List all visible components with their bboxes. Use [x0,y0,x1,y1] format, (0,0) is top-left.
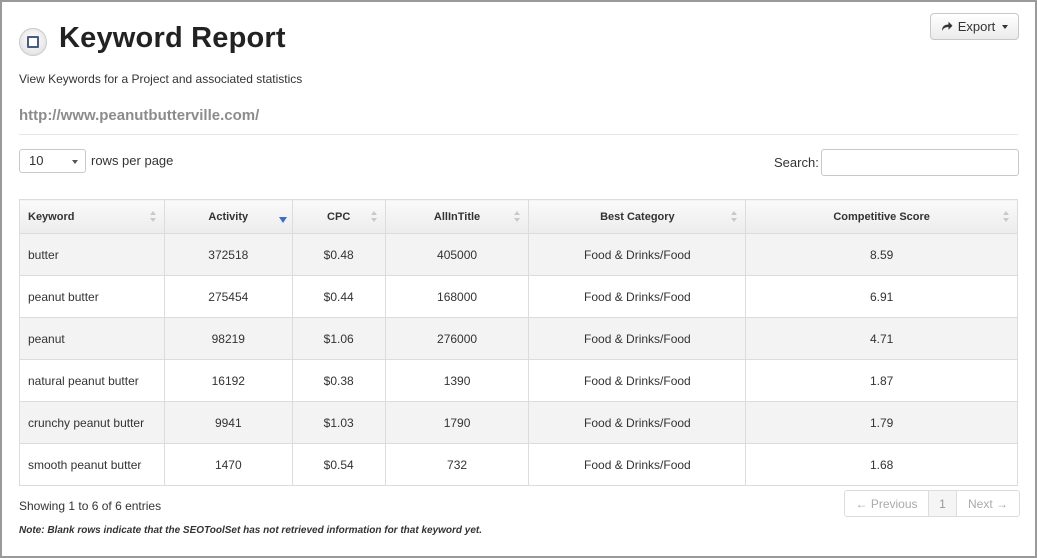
cell-allintitle: 168000 [384,275,530,318]
search-label: Search: [774,155,819,170]
cell-competitive-score: 4.71 [745,317,1018,360]
cell-cpc: $0.38 [291,359,386,402]
rows-per-page-select[interactable]: 10 [19,149,86,173]
caret-down-icon [1002,24,1009,29]
column-header-allintitle[interactable]: AllInTitle [384,199,530,234]
select-arrow-icon [72,160,78,164]
cell-competitive-score: 1.87 [745,359,1018,402]
cell-activity: 1470 [163,443,293,486]
column-header-activity[interactable]: Activity [163,199,293,234]
table-row: butter 372518 $0.48 405000 Food & Drinks… [19,233,1018,276]
sort-icon [731,211,738,223]
cell-activity: 9941 [163,401,293,444]
divider [19,134,1018,135]
next-page-button[interactable]: Next → [957,491,1019,516]
cell-allintitle: 1390 [384,359,530,402]
sort-descending-icon [278,217,287,223]
page-1-button[interactable]: 1 [929,491,957,516]
pagination: ← Previous 1 Next → [844,490,1020,517]
keyword-table: Keyword Activity CPC AllInTitle Best Cat… [19,199,1018,486]
cell-allintitle: 276000 [384,317,530,360]
cell-keyword: butter [19,233,165,276]
search-input[interactable] [821,149,1019,176]
project-url: http://www.peanutbutterville.com/ [19,107,260,124]
cell-best-category: Food & Drinks/Food [528,443,747,486]
sort-icon [370,211,378,223]
cell-allintitle: 405000 [384,233,530,276]
report-panel: Keyword Report Export View Keywords for … [0,0,1037,558]
cell-keyword: natural peanut butter [19,359,165,402]
cell-best-category: Food & Drinks/Food [528,359,747,402]
rows-per-page-label: rows per page [91,153,174,168]
column-header-competitive-score[interactable]: Competitive Score [745,199,1018,234]
cell-best-category: Food & Drinks/Food [528,401,747,444]
checkbox-square-icon [19,28,47,56]
blank-rows-note: Note: Blank rows indicate that the SEOTo… [19,525,483,536]
cell-cpc: $1.06 [291,317,386,360]
cell-keyword: peanut [19,317,165,360]
table-row: peanut butter 275454 $0.44 168000 Food &… [19,275,1018,318]
table-header-row: Keyword Activity CPC AllInTitle Best Cat… [19,199,1018,234]
cell-activity: 275454 [163,275,293,318]
cell-competitive-score: 1.68 [745,443,1018,486]
cell-allintitle: 1790 [384,401,530,444]
table-row: crunchy peanut butter 9941 $1.03 1790 Fo… [19,401,1018,444]
cell-keyword: crunchy peanut butter [19,401,165,444]
table-row: peanut 98219 $1.06 276000 Food & Drinks/… [19,317,1018,360]
cell-cpc: $0.48 [291,233,386,276]
column-header-cpc[interactable]: CPC [291,199,386,234]
cell-competitive-score: 1.79 [745,401,1018,444]
cell-cpc: $1.03 [291,401,386,444]
export-label: Export [957,19,996,34]
cell-keyword: peanut butter [19,275,165,318]
cell-activity: 16192 [163,359,293,402]
share-arrow-icon [941,21,953,31]
cell-best-category: Food & Drinks/Food [528,233,747,276]
column-header-keyword[interactable]: Keyword [19,199,165,234]
export-button[interactable]: Export [930,13,1019,40]
cell-cpc: $0.54 [291,443,386,486]
cell-competitive-score: 8.59 [745,233,1018,276]
cell-cpc: $0.44 [291,275,386,318]
sort-icon [149,211,157,223]
page-title: Keyword Report [59,22,286,54]
column-header-best-category[interactable]: Best Category [528,199,747,234]
sort-icon [514,211,521,223]
cell-activity: 372518 [163,233,293,276]
table-row: smooth peanut butter 1470 $0.54 732 Food… [19,443,1018,486]
cell-activity: 98219 [163,317,293,360]
cell-best-category: Food & Drinks/Food [528,275,747,318]
previous-page-button[interactable]: ← Previous [845,491,929,516]
cell-allintitle: 732 [384,443,530,486]
sort-icon [1003,211,1010,223]
table-row: natural peanut butter 16192 $0.38 1390 F… [19,359,1018,402]
cell-keyword: smooth peanut butter [19,443,165,486]
table-info: Showing 1 to 6 of 6 entries [19,499,162,513]
page-subtitle: View Keywords for a Project and associat… [19,72,303,86]
rows-per-page-value: 10 [29,153,44,168]
cell-competitive-score: 6.91 [745,275,1018,318]
cell-best-category: Food & Drinks/Food [528,317,747,360]
